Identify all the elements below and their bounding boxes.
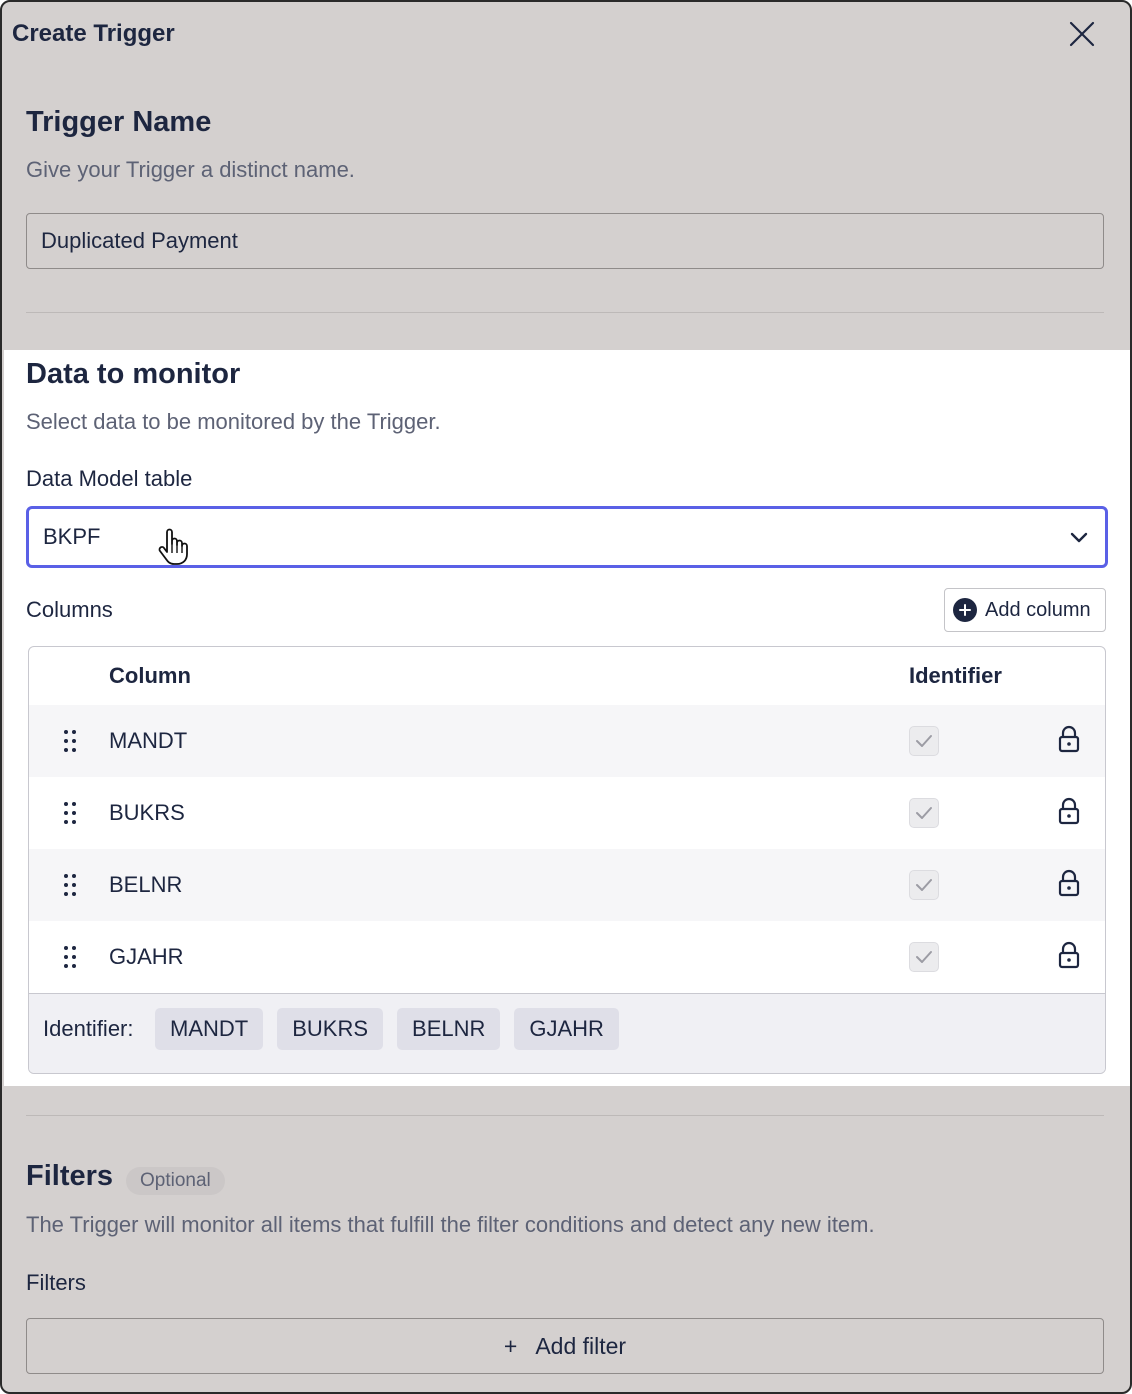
- data-to-monitor-description: Select data to be monitored by the Trigg…: [26, 409, 441, 434]
- trigger-name-heading: Trigger Name: [26, 106, 212, 138]
- identifier-chip: GJAHR: [514, 1008, 619, 1050]
- trigger-name-input[interactable]: [26, 213, 1104, 269]
- dialog-title: Create Trigger: [12, 20, 175, 47]
- add-column-label: Add column: [985, 598, 1091, 621]
- table-row: MANDT: [29, 705, 1105, 777]
- columns-label: Columns: [26, 597, 113, 622]
- filters-label: Filters: [26, 1270, 86, 1295]
- identifier-header: Identifier: [909, 663, 1002, 688]
- filters-description: The Trigger will monitor all items that …: [26, 1212, 875, 1237]
- filters-heading: Filters: [26, 1160, 114, 1192]
- data-to-monitor-panel: Data to monitor Select data to be monito…: [4, 350, 1130, 1086]
- data-to-monitor-heading: Data to monitor: [26, 358, 241, 390]
- table-row: GJAHR: [29, 921, 1105, 993]
- lock-icon: [1058, 941, 1080, 969]
- checkmark-icon: [916, 951, 932, 963]
- data-model-table-value: BKPF: [43, 524, 101, 549]
- column-header: Column: [109, 663, 191, 688]
- hand-pointer-cursor-icon: [158, 528, 188, 565]
- plus-icon: +: [503, 1332, 518, 1359]
- column-name: BUKRS: [109, 800, 185, 825]
- identifier-chips: MANDT BUKRS BELNR GJAHR: [155, 1008, 619, 1050]
- identifier-summary: Identifier: MANDT BUKRS BELNR GJAHR: [29, 993, 1105, 1073]
- drag-handle-icon[interactable]: [63, 873, 77, 897]
- identifier-checkbox: [909, 942, 939, 972]
- identifier-chip: BELNR: [397, 1008, 501, 1050]
- table-row: BELNR: [29, 849, 1105, 921]
- trigger-name-description: Give your Trigger a distinct name.: [26, 157, 355, 182]
- drag-handle-icon[interactable]: [63, 729, 77, 753]
- add-column-button[interactable]: Add column: [944, 588, 1106, 632]
- column-name: GJAHR: [109, 944, 184, 969]
- lock-icon: [1058, 869, 1080, 897]
- plus-circle-icon: [953, 598, 977, 622]
- close-button[interactable]: [1064, 16, 1100, 52]
- chevron-down-icon: [1070, 532, 1088, 543]
- dialog-header: Create Trigger: [2, 2, 1130, 68]
- data-model-table-select[interactable]: BKPF: [26, 506, 1108, 568]
- optional-badge: Optional: [126, 1167, 225, 1195]
- identifier-checkbox: [909, 726, 939, 756]
- add-filter-label: Add filter: [535, 1332, 627, 1359]
- data-model-table-label: Data Model table: [26, 466, 193, 491]
- identifier-chip: MANDT: [155, 1008, 264, 1050]
- drag-handle-icon[interactable]: [63, 801, 77, 825]
- close-icon: [1069, 21, 1095, 47]
- lock-icon: [1058, 797, 1080, 825]
- identifier-chip: BUKRS: [277, 1008, 384, 1050]
- identifier-checkbox: [909, 798, 939, 828]
- column-name: BELNR: [109, 872, 183, 897]
- checkmark-icon: [916, 879, 932, 891]
- checkmark-icon: [916, 735, 932, 747]
- columns-table: Column Identifier MANDT BUKRS BELNR GJAH…: [28, 646, 1106, 1074]
- section-divider: [26, 312, 1104, 313]
- column-name: MANDT: [109, 728, 188, 753]
- lock-icon: [1058, 725, 1080, 753]
- identifier-checkbox: [909, 870, 939, 900]
- drag-handle-icon[interactable]: [63, 945, 77, 969]
- checkmark-icon: [916, 807, 932, 819]
- section-divider: [26, 1115, 1104, 1116]
- add-filter-button[interactable]: + Add filter: [26, 1318, 1104, 1374]
- create-trigger-dialog: Create Trigger Trigger Name Give your Tr…: [0, 0, 1132, 1394]
- table-row: BUKRS: [29, 777, 1105, 849]
- identifier-summary-label: Identifier:: [43, 1016, 134, 1041]
